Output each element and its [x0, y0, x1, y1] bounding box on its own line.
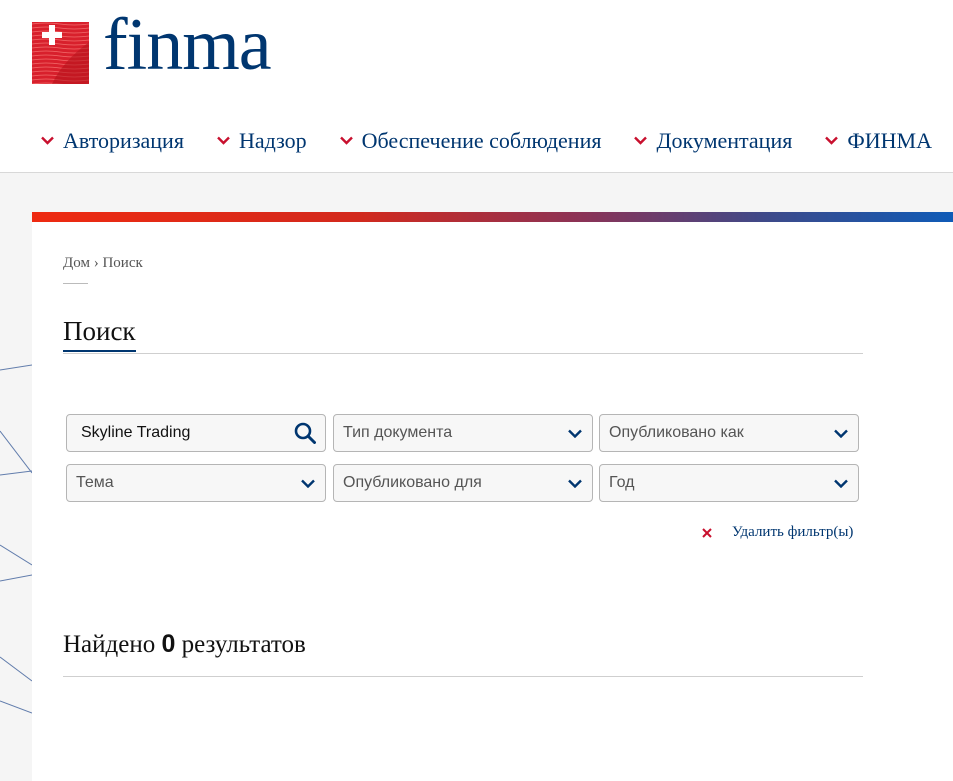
chevron-down-icon	[568, 479, 582, 488]
breadcrumb-separator: ›	[93, 255, 99, 271]
page-title: Поиск	[63, 316, 136, 346]
finma-logo[interactable]: finma	[32, 8, 272, 84]
chevron-down-icon	[834, 429, 848, 438]
results-count: 0	[161, 630, 176, 658]
nav-item-finma[interactable]: ФИНМА	[825, 128, 932, 154]
results-summary: Найдено 0 результатов	[63, 630, 306, 659]
breadcrumb-home-link[interactable]: Дом	[63, 255, 90, 271]
search-box[interactable]	[66, 414, 326, 452]
main-navigation: Авторизация Надзор Обеспечение соблюдени…	[41, 128, 932, 154]
brand-gradient-bar	[32, 212, 953, 222]
chevron-down-icon	[834, 479, 848, 488]
doc-type-select[interactable]: Тип документа	[333, 414, 593, 452]
nav-item-label: Документация	[656, 128, 793, 153]
year-select-value: Год	[609, 474, 635, 491]
published-for-select[interactable]: Опубликовано для	[333, 464, 593, 502]
main-content: Дом › Поиск Поиск Тип документа Опублико…	[32, 222, 953, 781]
published-as-select[interactable]: Опубликовано как	[599, 414, 859, 452]
title-divider	[63, 353, 863, 354]
chevron-down-icon	[217, 136, 230, 145]
published-as-select-value: Опубликовано как	[609, 424, 744, 441]
chevron-down-icon	[301, 479, 315, 488]
chevron-down-icon	[568, 429, 582, 438]
results-suffix: результатов	[181, 631, 306, 658]
chevron-down-icon	[339, 136, 353, 145]
chevron-down-icon	[634, 136, 648, 145]
doc-type-select-value: Тип документа	[343, 424, 453, 441]
clear-filters-label: Удалить фильтр(ы)	[732, 524, 854, 540]
nav-item-label: Авторизация	[63, 128, 184, 153]
swiss-cross-logo-icon	[32, 22, 89, 84]
chevron-down-icon	[825, 136, 839, 145]
search-input[interactable]	[67, 414, 294, 452]
nav-item-authorization[interactable]: Авторизация	[41, 128, 184, 154]
nav-item-label: Надзор	[238, 128, 307, 153]
nav-item-documentation[interactable]: Документация	[634, 128, 792, 154]
nav-item-supervision[interactable]: Надзор	[217, 128, 307, 154]
nav-item-enforcement[interactable]: Обеспечение соблюдения	[339, 128, 602, 154]
nav-item-label: ФИНМА	[847, 128, 932, 153]
clear-filters-link[interactable]: Удалить фильтр(ы)	[702, 524, 853, 541]
title-accent-line	[63, 350, 136, 352]
results-prefix: Найдено	[63, 631, 156, 658]
results-divider	[63, 676, 863, 677]
topic-select-value: Тема	[76, 474, 114, 491]
nav-item-label: Обеспечение соблюдения	[361, 128, 602, 153]
close-icon	[702, 527, 712, 538]
breadcrumb-underline	[63, 283, 88, 284]
topic-select[interactable]: Тема	[66, 464, 326, 502]
breadcrumb-current: Поиск	[102, 255, 143, 271]
chevron-down-icon	[41, 136, 54, 145]
published-for-select-value: Опубликовано для	[343, 474, 482, 491]
logo-wordmark: finma	[103, 4, 272, 86]
year-select[interactable]: Год	[599, 464, 859, 502]
site-header: finma Авторизация Надзор Обеспечение соб…	[0, 0, 953, 173]
decorative-network-lines	[0, 364, 32, 714]
search-icon[interactable]	[294, 422, 316, 444]
breadcrumb: Дом › Поиск	[63, 255, 143, 272]
